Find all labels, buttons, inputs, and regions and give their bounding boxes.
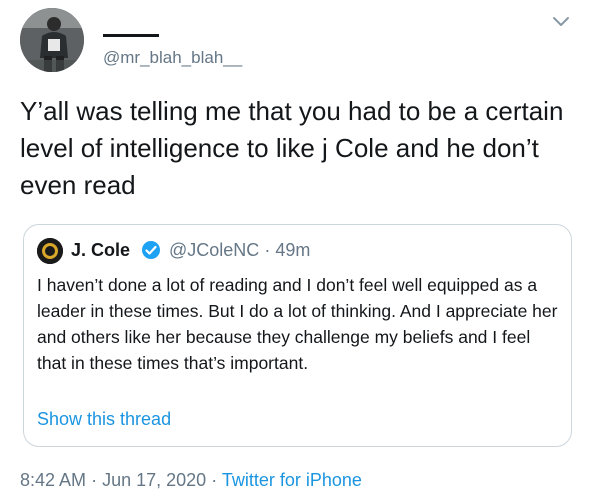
tweet-time: 8:42 AM [20, 470, 87, 490]
author-handle[interactable]: @mr_blah_blah__ [103, 48, 242, 68]
tweet-date: Jun 17, 2020 [102, 470, 207, 490]
author-name-redacted [103, 34, 159, 37]
quoted-meta: @JColeNC · 49m [169, 240, 310, 261]
meta-separator-1: · [91, 470, 98, 490]
tweet-meta: 8:42 AM · Jun 17, 2020 · Twitter for iPh… [20, 470, 362, 491]
quoted-tweet[interactable]: J. Cole @JColeNC · 49m I haven’t done a … [23, 224, 572, 447]
quoted-separator: · [264, 240, 271, 260]
quoted-time: 49m [275, 240, 311, 260]
author-avatar[interactable] [20, 8, 84, 72]
avatar-photo [20, 8, 84, 72]
quoted-author-avatar [37, 238, 63, 264]
tweet-source-link[interactable]: Twitter for iPhone [222, 470, 362, 490]
quoted-tweet-text: I haven’t done a lot of reading and I do… [37, 275, 558, 373]
verified-badge-icon [142, 241, 160, 259]
quoted-avatar-photo [37, 238, 63, 264]
tweet-text: Y’all was telling me that you had to be … [20, 96, 564, 200]
chevron-down-icon[interactable] [552, 16, 570, 28]
meta-separator-2: · [211, 470, 218, 490]
show-thread-link[interactable]: Show this thread [37, 409, 171, 430]
quoted-author-handle: @JColeNC [169, 240, 260, 260]
quoted-author-name: J. Cole [71, 240, 131, 260]
